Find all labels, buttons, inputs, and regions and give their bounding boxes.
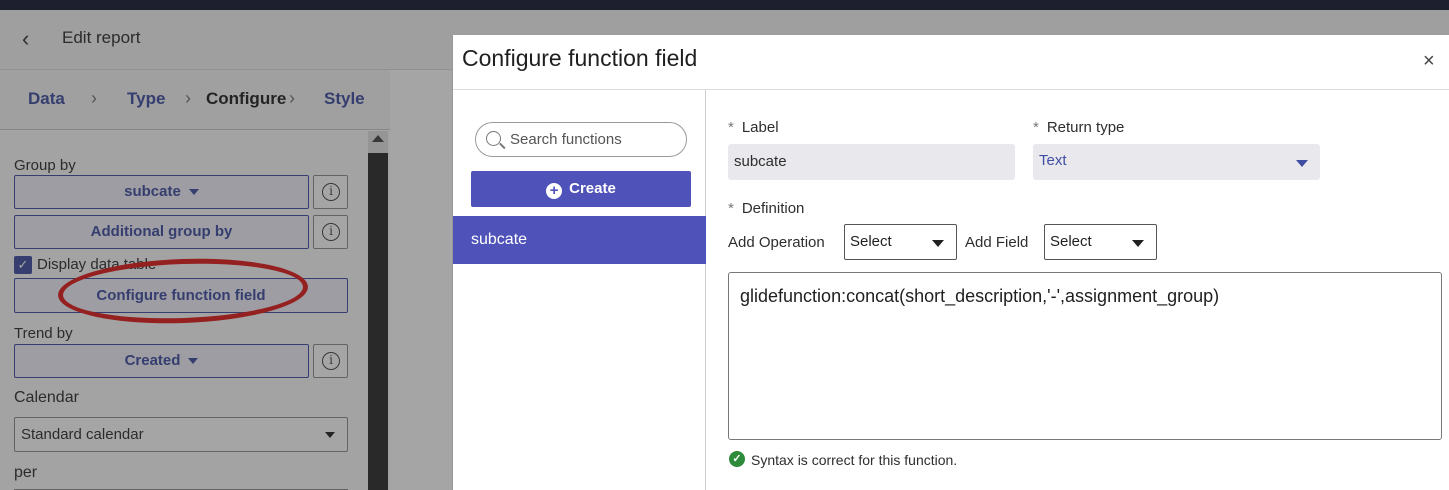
dialog-title: Configure function field xyxy=(462,45,698,71)
add-field-label: Add Field xyxy=(965,234,1029,251)
search-box[interactable] xyxy=(475,122,687,157)
add-operation-label: Add Operation xyxy=(728,234,825,251)
check-circle-icon: ✓ xyxy=(729,451,745,467)
label-input[interactable]: subcate xyxy=(728,144,1015,180)
add-operation-select[interactable]: Select xyxy=(844,224,957,260)
syntax-status-message: Syntax is correct for this function. xyxy=(751,452,958,468)
return-type-label: * Return type xyxy=(1033,119,1125,136)
create-button[interactable]: + Create xyxy=(471,171,691,207)
search-input[interactable] xyxy=(510,123,680,156)
search-icon xyxy=(486,131,501,146)
label-field-label: * Label xyxy=(728,119,779,136)
configure-function-field-dialog: Configure function field × + Create subca… xyxy=(452,35,1449,490)
function-list-panel: + Create subcate xyxy=(453,90,706,490)
plus-icon: + xyxy=(546,183,563,199)
add-field-select[interactable]: Select xyxy=(1044,224,1157,260)
return-type-select[interactable]: Text xyxy=(1033,144,1320,180)
return-type-value: Text xyxy=(1039,152,1067,169)
top-bar xyxy=(0,0,1449,10)
add-field-value: Select xyxy=(1050,233,1092,250)
create-label: Create xyxy=(569,180,616,197)
dialog-header: Configure function field × xyxy=(453,35,1449,90)
add-operation-value: Select xyxy=(850,233,892,250)
caret-down-icon xyxy=(1132,240,1144,247)
caret-down-icon xyxy=(932,240,944,247)
definition-label: * Definition xyxy=(728,200,805,217)
close-icon[interactable]: × xyxy=(1423,51,1435,71)
caret-down-icon xyxy=(1296,160,1308,167)
function-list-item[interactable]: subcate xyxy=(453,216,706,264)
definition-textarea[interactable]: glidefunction:concat(short_description,'… xyxy=(728,272,1442,440)
